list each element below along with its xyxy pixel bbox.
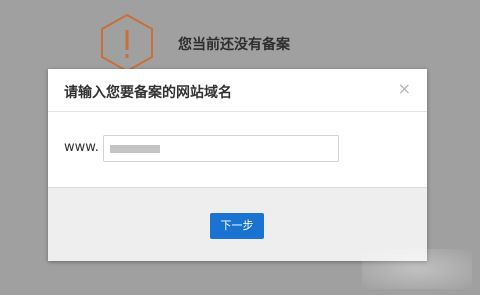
domain-input[interactable] [103,135,339,162]
domain-input-redacted-value [110,145,160,153]
domain-dialog: 请输入您要备案的网站域名 × www. 下一步 [48,69,427,261]
next-step-button[interactable]: 下一步 [210,213,264,239]
dialog-header: 请输入您要备案的网站域名 × [48,69,427,112]
no-filing-notice: 您当前还没有备案 [98,12,290,74]
domain-prefix-label: www. [64,140,99,155]
watermark [362,249,472,289]
dialog-body: www. [48,112,427,187]
page: 您当前还没有备案 请输入您要备案的网站域名 × www. 下一步 [0,0,480,295]
dialog-title: 请输入您要备案的网站域名 [64,85,232,101]
warning-hexagon-icon [101,13,153,73]
close-icon[interactable]: × [398,80,411,98]
no-filing-text: 您当前还没有备案 [178,37,290,53]
